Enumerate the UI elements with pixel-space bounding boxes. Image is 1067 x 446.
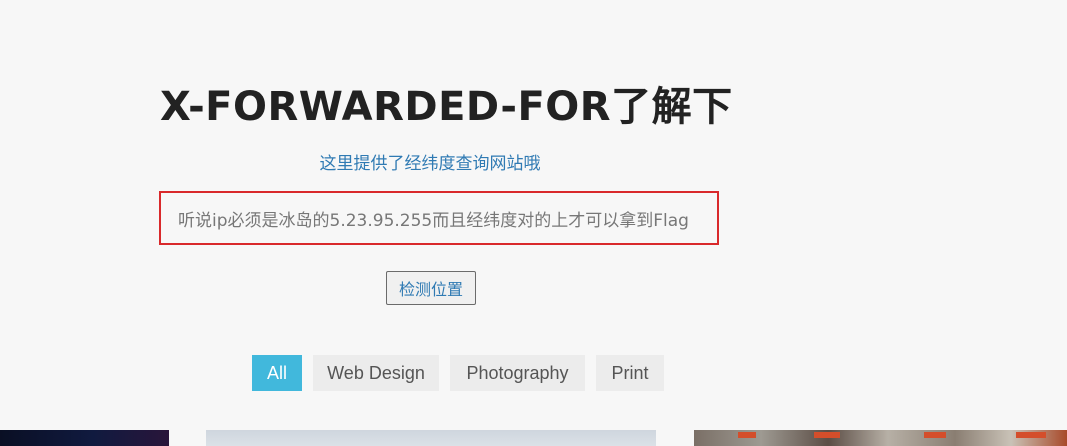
coordinate-query-link[interactable]: 这里提供了经纬度查询网站哦: [160, 149, 700, 174]
filter-tab-print[interactable]: Print: [596, 355, 664, 391]
page-title: X-FORWARDED-FOR了解下: [160, 84, 733, 130]
portfolio-thumbnail-night[interactable]: [0, 430, 169, 446]
roof-shape: [738, 432, 756, 438]
portfolio-thumbnail-sky[interactable]: [206, 430, 656, 446]
page: X-FORWARDED-FOR了解下 这里提供了经纬度查询网站哦 听说ip必须是…: [0, 0, 1067, 446]
filter-tab-photography[interactable]: Photography: [450, 355, 585, 391]
filter-tab-all[interactable]: All: [252, 355, 302, 391]
hint-text: 听说ip必须是冰岛的5.23.95.255而且经纬度对的上才可以拿到Flag: [178, 210, 689, 231]
filter-tab-web-design[interactable]: Web Design: [313, 355, 439, 391]
roof-shape: [924, 432, 946, 438]
hint-box: 听说ip必须是冰岛的5.23.95.255而且经纬度对的上才可以拿到Flag: [159, 191, 719, 245]
portfolio-filter-bar: All Web Design Photography Print: [252, 355, 664, 391]
roof-shape: [814, 432, 840, 438]
portfolio-thumbnail-city[interactable]: [694, 430, 1067, 446]
roof-shape: [1016, 432, 1046, 438]
detect-location-button[interactable]: 检测位置: [386, 271, 476, 305]
